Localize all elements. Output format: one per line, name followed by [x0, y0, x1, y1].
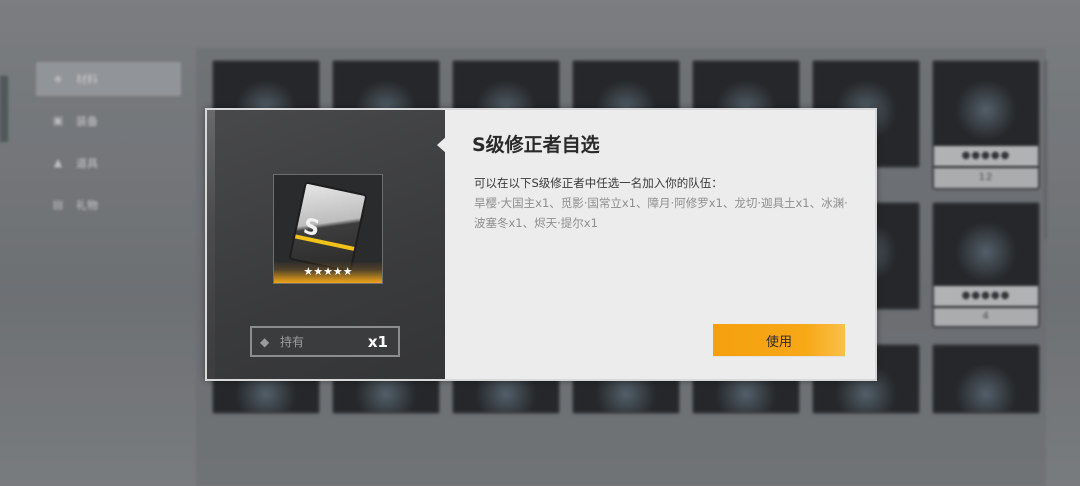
- cube-icon: ◆: [260, 334, 270, 349]
- description-lead: 可以在以下S级修正者中任选一名加入你的队伍：: [474, 176, 723, 190]
- owned-label: 持有: [280, 335, 305, 349]
- panel-notch: [437, 136, 447, 154]
- dialog-description: 可以在以下S级修正者中任选一名加入你的队伍： 旱樱·大国主x1、觅影·国常立x1…: [474, 173, 854, 233]
- owned-quantity: x1: [367, 332, 388, 351]
- dialog-title: S级修正者自选: [472, 134, 600, 156]
- item-detail-dialog: S ★★★★★ ◆ 持有 x1 S级修正者自选 可以在以下S级修正者中任选一名加…: [205, 108, 877, 381]
- item-preview-panel: S ★★★★★ ◆ 持有 x1: [207, 110, 445, 379]
- rarity-stars: ★★★★★: [303, 265, 353, 278]
- item-icon-frame: S ★★★★★: [273, 174, 383, 284]
- description-names: 旱樱·大国主x1、觅影·国常立x1、障月·阿修罗x1、龙切·迦具土x1、冰渊·波…: [474, 196, 848, 230]
- use-button[interactable]: 使用: [713, 324, 845, 356]
- s-rank-card-icon: S: [288, 181, 368, 273]
- owned-quantity-box: ◆ 持有 x1: [250, 326, 400, 357]
